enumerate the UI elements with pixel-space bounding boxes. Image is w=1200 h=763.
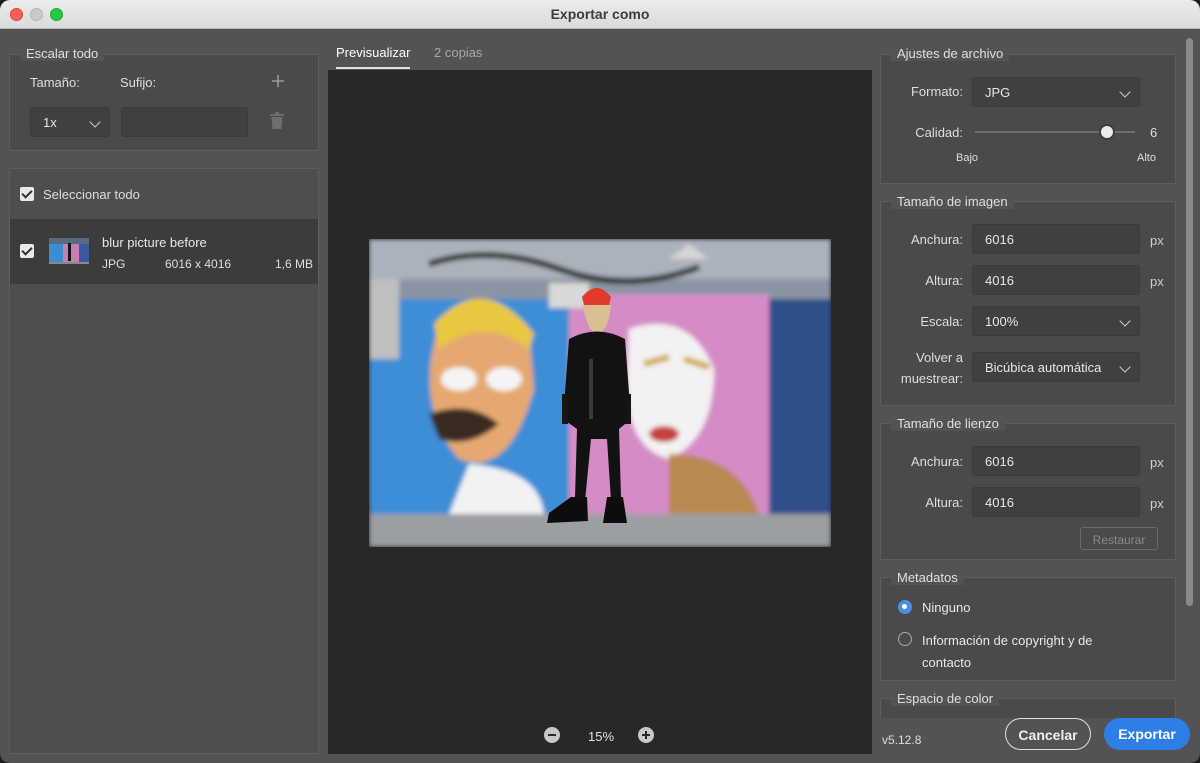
file-item-checkbox[interactable] <box>20 244 34 258</box>
metadata-copyright-label-line1[interactable]: Información de copyright y de <box>922 633 1093 648</box>
image-width-label: Anchura: <box>910 232 963 247</box>
chevron-down-icon <box>1119 86 1131 98</box>
active-tab-indicator <box>336 67 410 69</box>
trash-icon[interactable] <box>269 112 285 130</box>
canvas-height-label: Altura: <box>925 495 963 510</box>
metadata-copyright-radio[interactable] <box>898 632 912 646</box>
export-button[interactable]: Exportar <box>1104 718 1190 750</box>
image-height-input[interactable]: 4016 <box>972 265 1140 295</box>
settings-scrollbar[interactable] <box>1186 38 1193 606</box>
canvas-width-unit: px <box>1150 455 1164 470</box>
export-as-dialog: Exportar como Escalar todo Tamaño: Sufij… <box>0 0 1200 763</box>
image-scale-value: 100% <box>985 314 1019 329</box>
quality-slider-thumb[interactable] <box>1099 124 1115 140</box>
select-all-label[interactable]: Seleccionar todo <box>43 187 140 202</box>
cancel-button[interactable]: Cancelar <box>1005 718 1091 750</box>
file-settings-panel <box>880 54 1176 184</box>
quality-high-label: Alto <box>1137 152 1156 164</box>
scale-select-value: 1x <box>43 115 57 130</box>
version-label: v5.12.8 <box>882 733 922 747</box>
canvas-height-input[interactable]: 4016 <box>972 487 1140 517</box>
metadata-none-label[interactable]: Ninguno <box>922 600 970 615</box>
file-settings-legend: Ajustes de archivo <box>891 46 1010 61</box>
canvas-size-legend: Tamaño de lienzo <box>891 416 1005 431</box>
chevron-down-icon <box>1119 315 1131 327</box>
quality-label: Calidad: <box>915 125 963 140</box>
resample-label-line1: Volver a <box>916 350 963 365</box>
image-height-label: Altura: <box>925 273 963 288</box>
suffix-label: Sufijo: <box>120 75 157 90</box>
size-label: Tamaño: <box>30 75 80 90</box>
image-width-input[interactable]: 6016 <box>972 224 1140 254</box>
select-all-checkbox[interactable] <box>20 187 34 201</box>
metadata-copyright-label-line2[interactable]: contacto <box>922 655 971 670</box>
image-size-legend: Tamaño de imagen <box>891 194 1014 209</box>
plus-icon[interactable] <box>271 74 285 88</box>
suffix-input[interactable] <box>121 107 248 137</box>
format-select[interactable]: JPG <box>972 77 1140 107</box>
tab-copies[interactable]: 2 copias <box>434 45 482 60</box>
scale-select[interactable]: 1x <box>30 107 110 137</box>
window-title: Exportar como <box>550 6 650 22</box>
metadata-legend: Metadatos <box>891 570 964 585</box>
chevron-down-icon <box>89 116 101 128</box>
image-scale-select[interactable]: 100% <box>972 306 1140 336</box>
metadata-none-radio[interactable] <box>898 600 912 614</box>
resample-label-line2: muestrear: <box>900 371 963 386</box>
file-thumbnail <box>48 237 90 265</box>
zoom-in-icon[interactable] <box>638 727 654 743</box>
format-label: Formato: <box>910 84 963 99</box>
title-bar: Exportar como <box>0 0 1200 29</box>
canvas-width-input[interactable]: 6016 <box>972 446 1140 476</box>
preview-image <box>369 239 831 547</box>
file-dimensions: 6016 x 4016 <box>165 257 232 271</box>
scale-label: Escala: <box>920 314 963 329</box>
scale-all-legend: Escalar todo <box>20 46 105 61</box>
image-width-unit: px <box>1150 233 1164 248</box>
restore-button[interactable]: Restaurar <box>1080 527 1158 550</box>
file-size: 1,6 MB <box>275 257 314 271</box>
quality-low-label: Bajo <box>956 152 979 164</box>
file-format: JPG <box>102 257 126 271</box>
tab-preview[interactable]: Previsualizar <box>336 45 410 60</box>
resample-select-value: Bicúbica automática <box>985 360 1102 375</box>
quality-value: 6 <box>1150 125 1158 140</box>
file-name: blur picture before <box>102 235 207 250</box>
image-height-unit: px <box>1150 274 1164 289</box>
zoom-out-icon[interactable] <box>544 727 560 743</box>
chevron-down-icon <box>1119 361 1131 373</box>
color-space-legend: Espacio de color <box>891 691 1000 706</box>
zoom-level: 15% <box>588 729 615 744</box>
resample-select[interactable]: Bicúbica automática <box>972 352 1140 382</box>
canvas-width-label: Anchura: <box>910 454 963 469</box>
format-select-value: JPG <box>985 85 1011 100</box>
canvas-height-unit: px <box>1150 496 1164 511</box>
